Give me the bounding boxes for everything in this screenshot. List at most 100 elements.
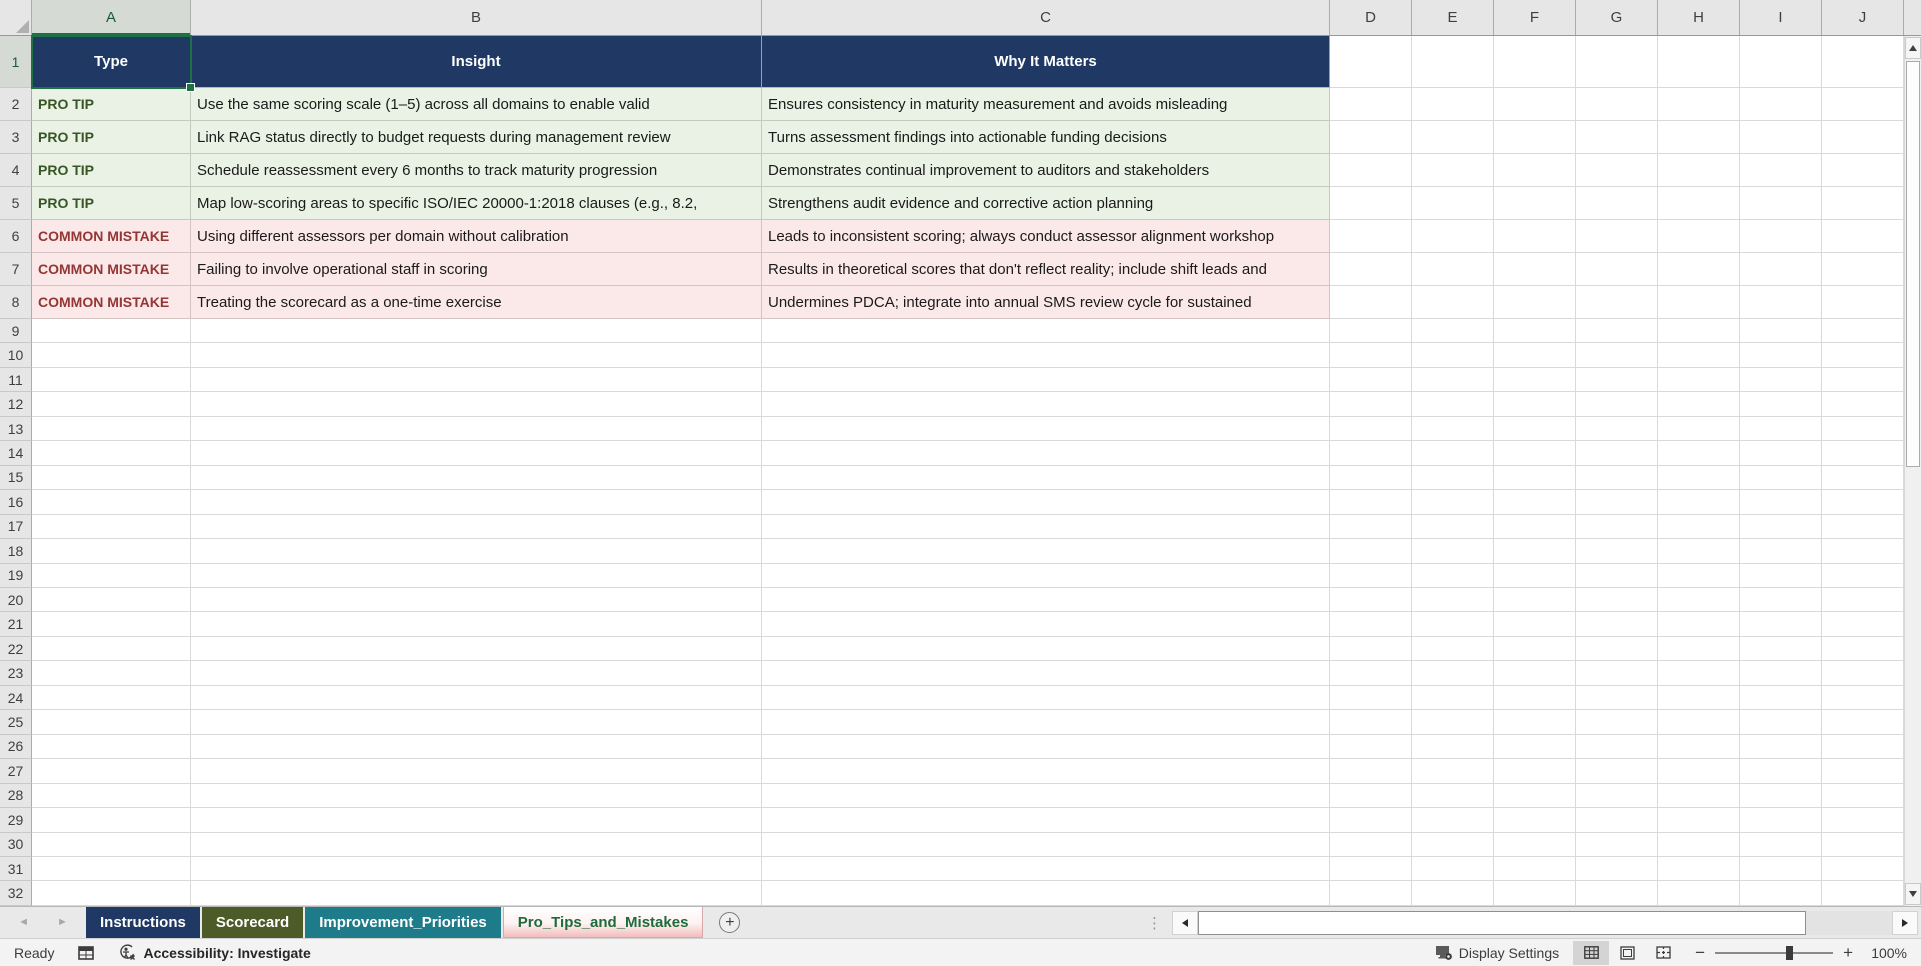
vertical-scrollbar[interactable]	[1904, 36, 1921, 906]
cell-A28[interactable]	[32, 783, 191, 809]
column-header-B[interactable]: B	[191, 0, 762, 35]
cell-E2[interactable]	[1412, 88, 1494, 121]
cell-J17[interactable]	[1822, 514, 1904, 540]
page-layout-view-button[interactable]	[1609, 941, 1645, 965]
cell-I27[interactable]	[1740, 759, 1822, 784]
cell-D32[interactable]	[1330, 881, 1412, 906]
cell-H22[interactable]	[1658, 636, 1740, 662]
cell-G12[interactable]	[1576, 392, 1658, 417]
cell-J3[interactable]	[1822, 121, 1904, 154]
chevron-right-icon[interactable]: ►	[57, 917, 68, 928]
row-header-4[interactable]: 4	[0, 154, 32, 187]
cell-I25[interactable]	[1740, 710, 1822, 735]
cell-B18[interactable]	[191, 539, 762, 564]
cell-J12[interactable]	[1822, 392, 1904, 417]
cell-E20[interactable]	[1412, 587, 1494, 613]
cell-A8[interactable]: COMMON MISTAKE	[32, 286, 191, 319]
cell-C21[interactable]	[762, 612, 1330, 637]
cell-H3[interactable]	[1658, 121, 1740, 154]
cell-H8[interactable]	[1658, 286, 1740, 319]
cell-I18[interactable]	[1740, 539, 1822, 564]
cell-G27[interactable]	[1576, 759, 1658, 784]
cell-J16[interactable]	[1822, 490, 1904, 515]
cell-H27[interactable]	[1658, 759, 1740, 784]
macro-record-icon[interactable]	[78, 945, 95, 960]
cell-I12[interactable]	[1740, 392, 1822, 417]
row-header-25[interactable]: 25	[0, 710, 32, 735]
cell-H10[interactable]	[1658, 343, 1740, 368]
cell-G13[interactable]	[1576, 416, 1658, 442]
cell-I31[interactable]	[1740, 856, 1822, 882]
cell-J15[interactable]	[1822, 465, 1904, 491]
cell-D19[interactable]	[1330, 563, 1412, 588]
cell-I28[interactable]	[1740, 783, 1822, 809]
cell-F25[interactable]	[1494, 710, 1576, 735]
cell-B15[interactable]	[191, 465, 762, 491]
cell-D14[interactable]	[1330, 441, 1412, 466]
cell-B13[interactable]	[191, 416, 762, 442]
row-header-8[interactable]: 8	[0, 286, 32, 319]
cell-A9[interactable]	[32, 319, 191, 344]
cell-D25[interactable]	[1330, 710, 1412, 735]
row-header-7[interactable]: 7	[0, 253, 32, 286]
column-header-C[interactable]: C	[762, 0, 1330, 35]
cell-J18[interactable]	[1822, 539, 1904, 564]
cell-E18[interactable]	[1412, 539, 1494, 564]
horizontal-scrollbar-track[interactable]	[1806, 910, 1892, 935]
cell-I11[interactable]	[1740, 367, 1822, 393]
cell-G20[interactable]	[1576, 587, 1658, 613]
row-header-16[interactable]: 16	[0, 490, 32, 515]
cell-I2[interactable]	[1740, 88, 1822, 121]
cell-A23[interactable]	[32, 661, 191, 686]
cell-B11[interactable]	[191, 367, 762, 393]
cell-J10[interactable]	[1822, 343, 1904, 368]
cell-D2[interactable]	[1330, 88, 1412, 121]
cell-G15[interactable]	[1576, 465, 1658, 491]
cell-G6[interactable]	[1576, 220, 1658, 253]
cell-C26[interactable]	[762, 734, 1330, 760]
cell-J21[interactable]	[1822, 612, 1904, 637]
cell-B10[interactable]	[191, 343, 762, 368]
cell-A27[interactable]	[32, 759, 191, 784]
cell-G10[interactable]	[1576, 343, 1658, 368]
cell-A21[interactable]	[32, 612, 191, 637]
cell-B32[interactable]	[191, 881, 762, 906]
cell-J13[interactable]	[1822, 416, 1904, 442]
column-header-I[interactable]: I	[1740, 0, 1822, 35]
cell-A29[interactable]	[32, 808, 191, 833]
cell-A17[interactable]	[32, 514, 191, 540]
cell-J30[interactable]	[1822, 832, 1904, 857]
cell-E25[interactable]	[1412, 710, 1494, 735]
cell-H15[interactable]	[1658, 465, 1740, 491]
cell-I4[interactable]	[1740, 154, 1822, 187]
cell-G2[interactable]	[1576, 88, 1658, 121]
cell-H28[interactable]	[1658, 783, 1740, 809]
cell-F2[interactable]	[1494, 88, 1576, 121]
cell-B28[interactable]	[191, 783, 762, 809]
cell-J6[interactable]	[1822, 220, 1904, 253]
cell-I14[interactable]	[1740, 441, 1822, 466]
cell-D30[interactable]	[1330, 832, 1412, 857]
cell-D24[interactable]	[1330, 685, 1412, 711]
cell-D16[interactable]	[1330, 490, 1412, 515]
cell-I17[interactable]	[1740, 514, 1822, 540]
cell-F9[interactable]	[1494, 319, 1576, 344]
cell-D15[interactable]	[1330, 465, 1412, 491]
cell-E14[interactable]	[1412, 441, 1494, 466]
zoom-out-button[interactable]: −	[1695, 944, 1705, 961]
cell-D6[interactable]	[1330, 220, 1412, 253]
cell-F16[interactable]	[1494, 490, 1576, 515]
cell-F23[interactable]	[1494, 661, 1576, 686]
cell-E26[interactable]	[1412, 734, 1494, 760]
cell-B31[interactable]	[191, 856, 762, 882]
cell-G1[interactable]	[1576, 36, 1658, 88]
cell-A32[interactable]	[32, 881, 191, 906]
cell-E8[interactable]	[1412, 286, 1494, 319]
cell-H23[interactable]	[1658, 661, 1740, 686]
cell-D3[interactable]	[1330, 121, 1412, 154]
cell-E7[interactable]	[1412, 253, 1494, 286]
cell-F4[interactable]	[1494, 154, 1576, 187]
cell-D31[interactable]	[1330, 856, 1412, 882]
cell-C27[interactable]	[762, 759, 1330, 784]
cell-H20[interactable]	[1658, 587, 1740, 613]
